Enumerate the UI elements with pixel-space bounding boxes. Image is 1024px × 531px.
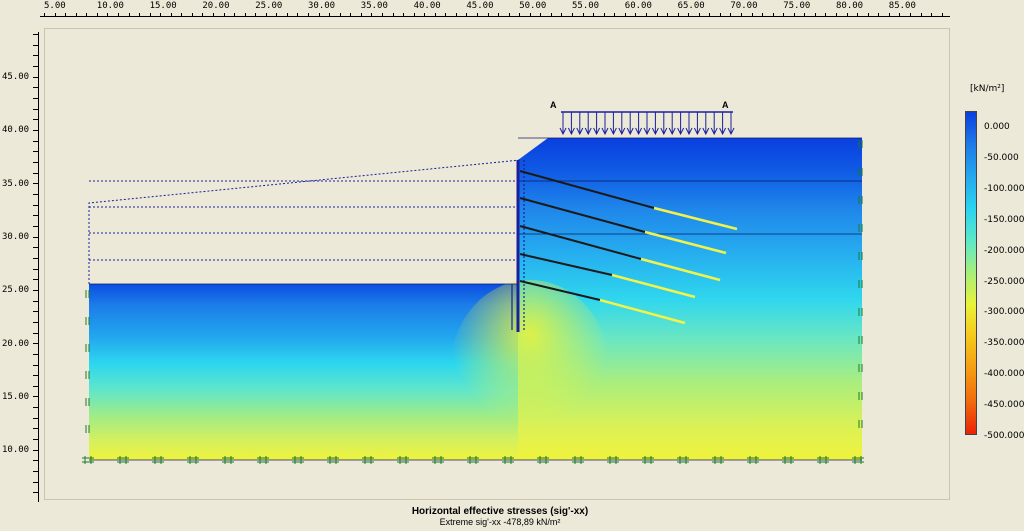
load-arrow xyxy=(727,112,735,136)
load-arrow xyxy=(593,112,601,136)
excavation-stage-lines xyxy=(88,159,521,284)
legend-label: -500.000 xyxy=(984,431,1024,441)
load-arrow xyxy=(601,112,609,136)
extreme-value-label: Extreme sig'-xx -478,89 kN/m² xyxy=(439,517,561,527)
load-arrow xyxy=(660,112,668,136)
load-arrow xyxy=(702,112,710,136)
plot-title: Horizontal effective stresses (sig'-xx) xyxy=(411,506,589,517)
fixity-marker xyxy=(85,317,90,325)
load-arrow xyxy=(609,112,617,136)
load-arrow xyxy=(618,112,626,136)
legend-label: -350.000 xyxy=(984,338,1024,349)
fixity-marker xyxy=(85,425,90,433)
load-arrow xyxy=(626,112,634,136)
fixity-marker xyxy=(85,398,90,406)
legend-label: -300.000 xyxy=(984,307,1024,318)
load-arrow xyxy=(693,112,701,136)
load-arrow xyxy=(710,112,718,136)
load-arrow xyxy=(567,112,575,136)
load-arrow xyxy=(576,112,584,136)
legend-label: -150.000 xyxy=(984,214,1024,225)
model-canvas[interactable]: A A xyxy=(0,0,1024,531)
load-arrow xyxy=(685,112,693,136)
legend-label: -100.000 xyxy=(984,183,1024,194)
legend-label: -50.000 xyxy=(984,152,1019,163)
fixity-marker xyxy=(85,290,90,298)
load-arrow xyxy=(651,112,659,136)
legend-label: -250.000 xyxy=(984,276,1024,287)
load-arrow xyxy=(719,112,727,136)
legend-label: -200.000 xyxy=(984,245,1024,256)
fixity-marker xyxy=(85,344,90,352)
plaxis-output-window: 5.00 10.00 15.00 20.00 25.00 30.00 35.00 40.00 4… xyxy=(0,0,1024,531)
load-label-right: A xyxy=(722,100,729,110)
legend-unit: [kN/m²] xyxy=(970,84,1005,94)
wall-toe-stress-zone xyxy=(450,280,610,460)
load-arrow xyxy=(643,112,651,136)
fixity-marker xyxy=(85,371,90,379)
legend-colorbar xyxy=(965,111,977,435)
load-arrow xyxy=(677,112,685,136)
load-label-left: A xyxy=(550,100,557,110)
load-arrow xyxy=(584,112,592,136)
legend-label: 0.000 xyxy=(984,122,1010,132)
surface-load xyxy=(559,111,735,136)
legend-panel xyxy=(952,28,1024,500)
legend-label: -450.000 xyxy=(984,400,1024,411)
load-arrow xyxy=(635,112,643,136)
legend-label: -400.000 xyxy=(984,369,1024,380)
load-arrow xyxy=(559,112,567,136)
load-arrow xyxy=(668,112,676,136)
